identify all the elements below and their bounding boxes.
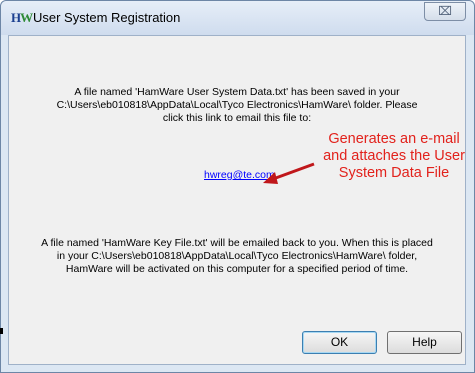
annotation-line: Generates an e-mail: [328, 131, 460, 147]
help-button[interactable]: Help: [387, 331, 462, 354]
message-line: click this link to email this file to:: [162, 112, 312, 124]
message-line: HamWare will be activated on this comput…: [65, 263, 409, 275]
title-bar[interactable]: HW User System Registration ⌧: [1, 1, 474, 35]
saved-file-message: A file named 'HamWare User System Data.t…: [9, 86, 465, 125]
dialog-content: A file named 'HamWare User System Data.t…: [8, 35, 466, 365]
message-line: C:\Users\eb010818\AppData\Local\Tyco Ele…: [56, 99, 418, 111]
close-button[interactable]: ⌧: [424, 2, 466, 21]
annotation-line: System Data File: [338, 165, 450, 181]
hamware-app-icon: HW: [11, 10, 33, 25]
message-line: in your C:\Users\eb010818\AppData\Local\…: [56, 250, 418, 262]
window-title: User System Registration: [33, 10, 181, 25]
message-line: A file named 'HamWare User System Data.t…: [74, 86, 400, 98]
ok-button[interactable]: OK: [302, 331, 377, 354]
edge-mark: [0, 328, 3, 334]
annotation-text: Generates an e-mail and attaches the Use…: [309, 131, 475, 182]
message-line: A file named 'HamWare Key File.txt' will…: [41, 237, 433, 249]
key-file-message: A file named 'HamWare Key File.txt' will…: [9, 237, 465, 276]
close-icon: ⌧: [438, 4, 452, 18]
annotation-line: and attaches the User: [323, 148, 465, 164]
dialog-window: HW User System Registration ⌧ A file nam…: [0, 0, 475, 373]
annotation-arrow-icon: [263, 162, 315, 184]
